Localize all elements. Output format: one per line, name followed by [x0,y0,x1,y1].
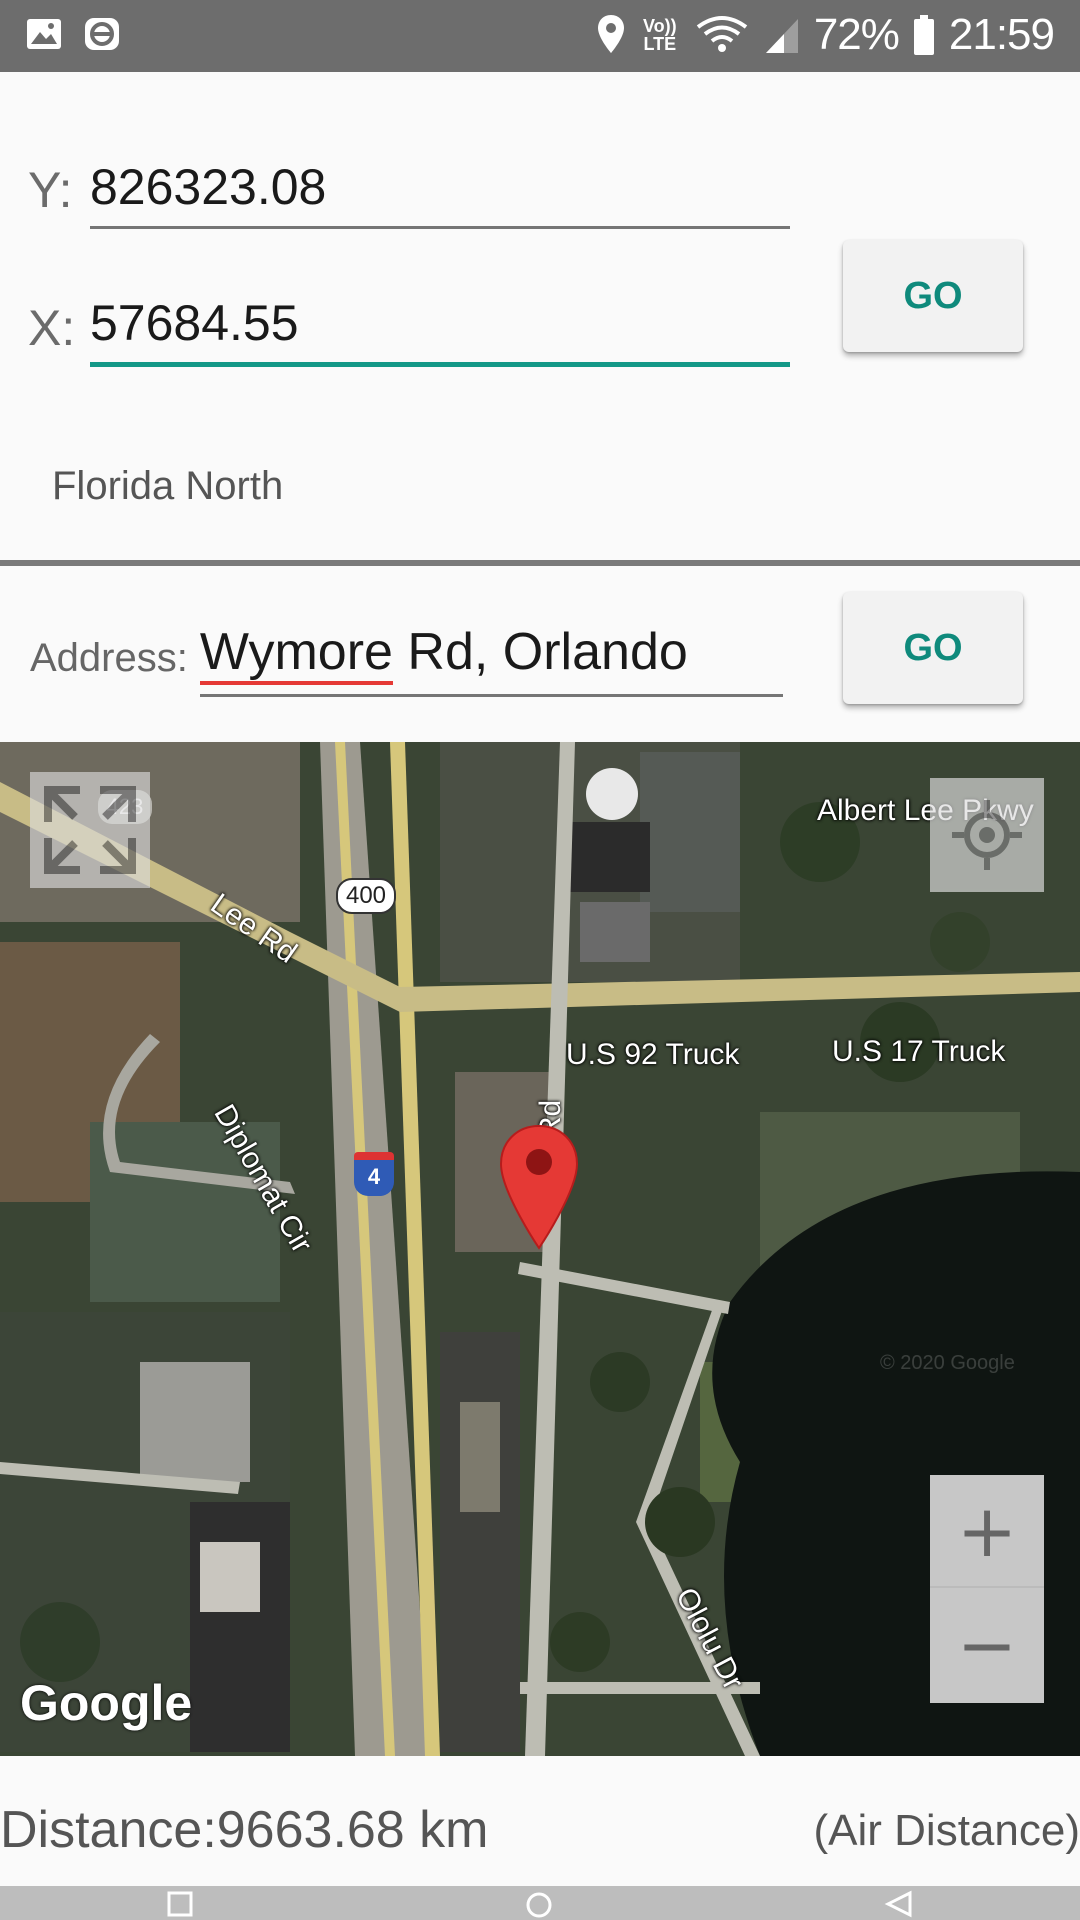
navigation-bar [0,1886,1080,1920]
x-coordinate-row: X: [28,294,790,367]
map-label-us92-truck: U.S 92 Truck [566,1038,740,1071]
address-input[interactable]: Wymore Rd, Orlando [199,622,783,697]
address-value-rest: Rd, Orlando [392,623,688,681]
clock: 21:59 [948,10,1055,59]
battery-icon [913,15,934,55]
map-label-us17-truck: U.S 17 Truck [832,1035,1006,1068]
home-icon[interactable] [524,1890,554,1920]
location-icon [597,15,624,53]
back-icon[interactable] [884,1890,914,1918]
air-distance-note: (Air Distance) [813,1806,1080,1855]
address-row: Address: Wymore Rd, Orlando [30,622,783,697]
zoom-in-button[interactable]: + [930,1475,1044,1588]
fullscreen-button[interactable] [30,772,150,888]
coordinates-go-button[interactable]: GO [843,240,1023,352]
y-coordinate-row: Y: [28,158,790,229]
location-marker-icon[interactable] [497,1122,581,1252]
google-logo: Google [20,1675,193,1731]
recents-icon[interactable] [166,1890,194,1918]
distance-text: Distance:9663.68 km [0,1801,489,1859]
interstate-shield-4: 4 [354,1152,394,1196]
section-divider [0,560,1080,566]
address-misspelled-word: Wymore [199,623,393,685]
route-shield-400: 400 [336,878,396,914]
y-coordinate-input[interactable] [90,158,790,229]
y-label: Y: [28,162,73,218]
x-label: X: [28,300,76,356]
address-label: Address: [30,636,188,680]
expand-icon [44,786,136,874]
zoom-controls: + − [930,1475,1044,1703]
volte-icon: Vo)) LTE [642,16,677,54]
projection-zone-label: Florida North [52,464,284,508]
wifi-icon [696,16,748,52]
my-location-button[interactable] [930,778,1044,892]
image-icon [27,19,61,49]
zoom-out-button[interactable]: − [930,1588,1044,1701]
x-coordinate-input[interactable] [90,294,790,367]
signal-icon [765,19,798,53]
address-go-button[interactable]: GO [843,592,1023,704]
status-bar: Vo)) LTE 72% 21:59 [0,0,1080,72]
satellite-map[interactable]: 400 423 4 Lee Rd U.S 92 Truck U.S 17 Tru… [0,742,1080,1756]
e-app-icon [85,18,119,50]
crosshair-icon [952,800,1022,870]
map-copyright: © 2020 Google [880,1352,1015,1374]
battery-percent: 72% [813,10,900,59]
